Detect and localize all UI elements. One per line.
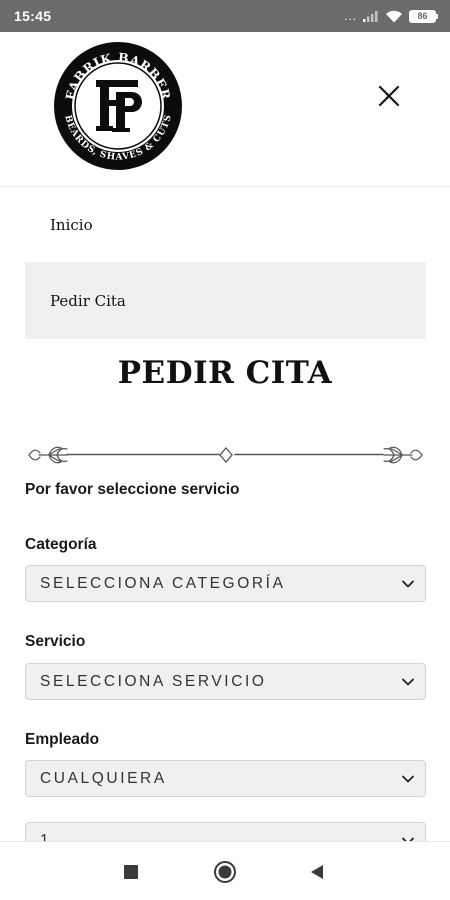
label-empleado: Empleado <box>25 731 100 748</box>
status-time: 15:45 <box>14 8 52 24</box>
select-categoria-value: SELECCIONA CATEGORÍA <box>40 574 286 592</box>
header-divider <box>0 186 450 187</box>
menu-item-inicio[interactable]: Inicio <box>25 188 426 262</box>
battery-level: 86 <box>409 9 436 23</box>
fabrik-barber-logo[interactable]: FABRIK BARBER BEARDS, SHAVES & CUTS <box>52 40 184 172</box>
status-icons: ... 86 <box>343 9 438 23</box>
signal-icon <box>363 11 378 22</box>
select-empleado[interactable]: CUALQUIERA <box>25 760 426 797</box>
label-categoria: Categoría <box>25 536 97 553</box>
select-categoria[interactable]: SELECCIONA CATEGORÍA <box>25 565 426 602</box>
select-servicio[interactable]: SELECCIONA SERVICIO <box>25 663 426 700</box>
home-button[interactable] <box>212 859 238 885</box>
battery-icon: 86 <box>409 9 438 23</box>
square-icon <box>124 865 138 879</box>
status-bar: 15:45 ... 86 <box>0 0 450 32</box>
close-menu-button[interactable] <box>370 77 408 115</box>
page-title: PEDIR CITA <box>117 355 333 391</box>
label-servicio: Servicio <box>25 633 86 650</box>
site-header: FABRIK BARBER BEARDS, SHAVES & CUTS <box>0 32 450 186</box>
triangle-back-icon <box>311 865 323 879</box>
recents-button[interactable] <box>118 859 144 885</box>
ornament-divider <box>28 446 423 464</box>
nav-menu: Inicio Pedir Cita <box>25 188 426 339</box>
form-intro: Por favor seleccione servicio <box>25 481 240 498</box>
notification-dots-icon: ... <box>343 9 357 23</box>
menu-item-pedir-cita[interactable]: Pedir Cita <box>25 262 426 339</box>
system-nav-bar <box>0 841 450 900</box>
circle-icon <box>214 861 236 883</box>
chevron-down-icon <box>402 775 414 782</box>
wifi-icon <box>386 10 402 22</box>
chevron-down-icon <box>402 580 414 587</box>
select-empleado-value: CUALQUIERA <box>40 769 167 787</box>
chevron-down-icon <box>402 678 414 685</box>
close-icon <box>378 85 400 107</box>
select-servicio-value: SELECCIONA SERVICIO <box>40 672 267 690</box>
back-button[interactable] <box>304 859 330 885</box>
